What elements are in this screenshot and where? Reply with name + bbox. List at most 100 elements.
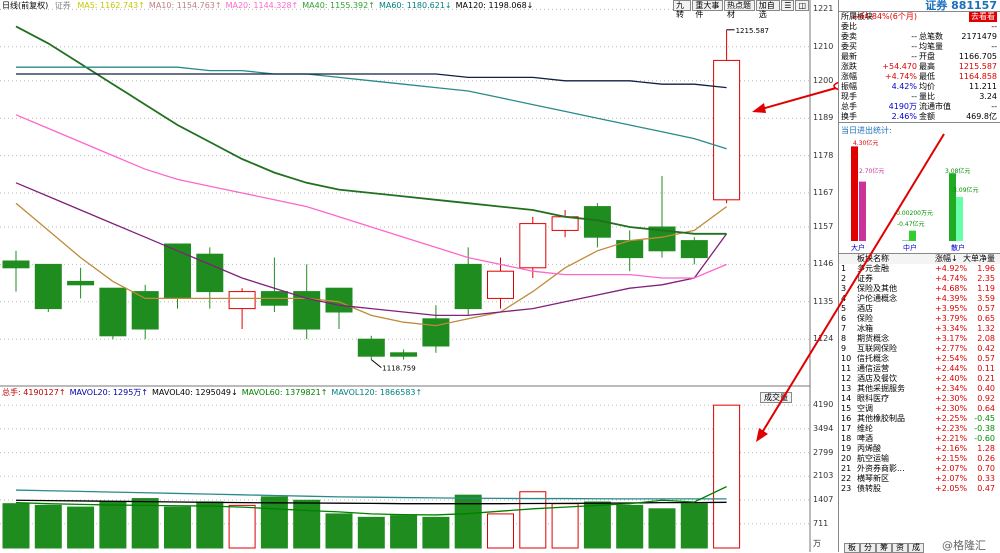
quote-row: 涨跌+54.470最高1215.587 bbox=[839, 62, 1000, 72]
quote-cell: 均价 bbox=[919, 82, 935, 92]
sector-cell: 23 bbox=[841, 484, 853, 494]
sector-cell: +2.30% bbox=[935, 394, 967, 404]
sector-row[interactable]: 9互联网保险+2.77%0.42 bbox=[839, 344, 1000, 354]
volume-legend: 总手: 4190127↑MAVOL20: 1295万↑MAVOL40: 1295… bbox=[2, 388, 426, 398]
sector-row[interactable]: 13其他采掘服务+2.34%0.40 bbox=[839, 384, 1000, 394]
sector-cell: 0.21 bbox=[977, 374, 995, 384]
flow-value: -3.09亿元 bbox=[951, 186, 979, 194]
volume-indicator-button[interactable]: 成交量 bbox=[760, 392, 792, 403]
vol-tick-label: 711 bbox=[813, 519, 828, 528]
sector-cell: 1.32 bbox=[977, 324, 995, 334]
sector-row[interactable]: 21外资券商影...+2.07%0.70 bbox=[839, 464, 1000, 474]
sector-row[interactable]: 19丙烯酸+2.16%1.28 bbox=[839, 444, 1000, 454]
sector-cell: 0.47 bbox=[977, 484, 995, 494]
sector-row[interactable]: 10信托概念+2.54%0.57 bbox=[839, 354, 1000, 364]
sector-row[interactable]: 2证券+4.74%2.35 bbox=[839, 274, 1000, 284]
sector-cell: +4.92% bbox=[935, 264, 967, 274]
sector-row[interactable]: 15空调+2.30%0.64 bbox=[839, 404, 1000, 414]
volume-bar bbox=[617, 505, 643, 548]
sector-cell: 债转股 bbox=[857, 484, 881, 494]
sector-cell: +2.07% bbox=[935, 474, 967, 484]
toolbar-button[interactable]: ☰ bbox=[781, 0, 794, 11]
toolbar-button[interactable]: 九转 bbox=[673, 0, 691, 11]
kline-chart-area[interactable]: 1215.5871118.759 日线(前复权) 证券 MA5: 1162.74… bbox=[0, 0, 810, 552]
quote-row: 所属板块+44.84%(6个月)去看看 bbox=[839, 12, 1000, 22]
sector-cell: 外资券商影... bbox=[857, 464, 905, 474]
sector-cell: 0.26 bbox=[977, 454, 995, 464]
sector-cell: 13 bbox=[841, 384, 853, 394]
quote-cell: 总手 bbox=[841, 102, 857, 112]
price-tick-label: 1221 bbox=[813, 4, 833, 13]
toolbar-button[interactable]: ◫ bbox=[795, 0, 809, 11]
sector-cell: +2.15% bbox=[935, 454, 967, 464]
sector-row[interactable]: 12酒店及餐饮+2.40%0.21 bbox=[839, 374, 1000, 384]
vol-ma-line-mavol20 bbox=[16, 490, 727, 499]
sector-cell: 21 bbox=[841, 464, 853, 474]
sector-row[interactable]: 3保险及其他+4.68%1.19 bbox=[839, 284, 1000, 294]
candle-body bbox=[520, 224, 546, 268]
quote-cell: 3.24 bbox=[979, 92, 997, 102]
quote-cell: 涨跌 bbox=[841, 62, 857, 72]
sector-row[interactable]: 8期货概念+3.17%2.08 bbox=[839, 334, 1000, 344]
candle-body bbox=[552, 217, 578, 231]
candle-body bbox=[391, 353, 417, 356]
quote-cell: 流通市值 bbox=[919, 102, 951, 112]
vol-tick-label: 2799 bbox=[813, 448, 833, 457]
toolbar-button[interactable]: 加自选 bbox=[756, 0, 781, 11]
quote-cell: 1166.705 bbox=[959, 52, 997, 62]
sector-row[interactable]: 5酒店+3.95%0.57 bbox=[839, 304, 1000, 314]
sector-cell: 2.35 bbox=[977, 274, 995, 284]
quote-cell: 委买 bbox=[841, 42, 857, 52]
sector-list: 板块名称 涨幅↓ 大单净量 1多元金融+4.92%1.962证券+4.74%2.… bbox=[839, 253, 1000, 494]
flow-value: 4.30亿元 bbox=[853, 139, 878, 147]
quote-cell[interactable]: 去看看 bbox=[969, 12, 997, 22]
quote-cell: 现手 bbox=[841, 92, 857, 102]
sector-row[interactable]: 17维纶+2.23%-0.38 bbox=[839, 424, 1000, 434]
legend-title: 日线(前复权) bbox=[2, 1, 48, 10]
sector-row[interactable]: 18啤酒+2.21%-0.60 bbox=[839, 434, 1000, 444]
vol-tick-label: 3494 bbox=[813, 424, 833, 433]
kline-svg[interactable]: 1215.5871118.759 bbox=[0, 0, 838, 552]
watermark: @格隆汇 bbox=[942, 537, 986, 553]
quote-row: 委买--均笔量-- bbox=[839, 42, 1000, 52]
sector-cell: 酒店及餐饮 bbox=[857, 374, 897, 384]
price-tick-label: 1135 bbox=[813, 297, 833, 306]
ma-line-ma40 bbox=[16, 26, 727, 233]
sector-row[interactable]: 11通信运营+2.44%0.11 bbox=[839, 364, 1000, 374]
sector-row[interactable]: 20航空运输+2.15%0.26 bbox=[839, 454, 1000, 464]
unit-label: 万 bbox=[813, 538, 821, 549]
sector-cell: 酒店 bbox=[857, 304, 873, 314]
quote-row: 振幅4.42%均价11.211 bbox=[839, 82, 1000, 92]
sector-cell: 10 bbox=[841, 354, 853, 364]
sector-row[interactable]: 4沪伦通概念+4.39%3.59 bbox=[839, 294, 1000, 304]
ma-legend-item: MA60: 1180.621↓ bbox=[379, 1, 452, 10]
sector-row[interactable]: 7冰箱+3.34%1.32 bbox=[839, 324, 1000, 334]
sector-cell: 12 bbox=[841, 374, 853, 384]
sector-cell: 0.40 bbox=[977, 384, 995, 394]
vol-tick-label: 2103 bbox=[813, 471, 833, 480]
toolbar-button[interactable]: 热点题材 bbox=[724, 0, 755, 11]
sector-cell: 3.59 bbox=[977, 294, 995, 304]
quote-cell: -- bbox=[911, 92, 917, 102]
toolbar-button[interactable]: 重大事件 bbox=[692, 0, 723, 11]
price-tick-label: 1167 bbox=[813, 188, 833, 197]
candle-body bbox=[229, 292, 255, 309]
flow-bar bbox=[909, 231, 916, 241]
sector-cell: 证券 bbox=[857, 274, 873, 284]
sector-cell: 期货概念 bbox=[857, 334, 889, 344]
sector-cell: 其他橡胶制品 bbox=[857, 414, 905, 424]
sector-cell: 冰箱 bbox=[857, 324, 873, 334]
volume-bar bbox=[520, 492, 546, 548]
sector-cell: 7 bbox=[841, 324, 853, 334]
sector-row[interactable]: 6保险+3.79%0.65 bbox=[839, 314, 1000, 324]
sector-cell: 6 bbox=[841, 314, 853, 324]
sector-row[interactable]: 14眼科医疗+2.30%0.92 bbox=[839, 394, 1000, 404]
sector-row[interactable]: 22横琴新区+2.07%0.33 bbox=[839, 474, 1000, 484]
sector-row[interactable]: 1多元金融+4.92%1.96 bbox=[839, 264, 1000, 274]
sector-row[interactable]: 23债转股+2.05%0.47 bbox=[839, 484, 1000, 494]
sector-row[interactable]: 16其他橡胶制品+2.25%-0.45 bbox=[839, 414, 1000, 424]
price-tick-label: 1210 bbox=[813, 42, 833, 51]
quote-row: 委卖--总笔数2171479 bbox=[839, 32, 1000, 42]
volume-bar bbox=[3, 504, 29, 548]
ma-legend-item: MA120: 1198.068↓ bbox=[456, 1, 534, 10]
